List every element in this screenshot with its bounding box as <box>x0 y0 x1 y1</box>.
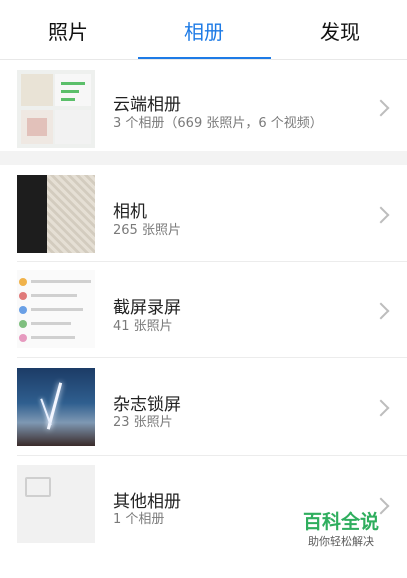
tab-bar: 照片 相册 发现 <box>0 0 407 60</box>
album-count: 23 张照片 <box>113 415 173 430</box>
watermark-sub-text: 助你轻松解决 <box>308 535 374 548</box>
tab-photos[interactable]: 照片 <box>48 0 88 58</box>
album-count: 1 个相册 <box>113 512 165 527</box>
album-thumbnail-other <box>17 465 95 543</box>
cloud-albums-thumbnail <box>17 70 95 148</box>
cloud-albums-row[interactable]: 云端相册 3 个相册（669 张照片，6 个视频） <box>0 60 407 151</box>
album-thumbnail-screenshots <box>17 270 95 348</box>
chevron-right-icon <box>372 99 390 117</box>
album-count: 265 张照片 <box>113 223 181 238</box>
album-row-camera[interactable]: 相机 265 张照片 <box>0 165 407 262</box>
chevron-right-icon <box>372 302 390 320</box>
watermark-main-text: 百科全说 <box>302 511 379 533</box>
image-placeholder-icon <box>25 477 51 497</box>
chevron-right-icon <box>372 206 390 224</box>
album-thumbnail-magazine-lock <box>17 368 95 446</box>
tab-albums[interactable]: 相册 <box>184 0 224 58</box>
cloud-albums-subtitle: 3 个相册（669 张照片，6 个视频） <box>113 116 323 131</box>
album-row-magazine-lock[interactable]: 杂志锁屏 23 张照片 <box>0 358 407 456</box>
album-count: 41 张照片 <box>113 319 173 334</box>
watermark-logo: 百科全说 助你轻松解决 <box>293 510 389 554</box>
album-thumbnail-camera <box>17 175 95 253</box>
chevron-right-icon <box>372 399 390 417</box>
album-row-screenshots[interactable]: 截屏录屏 41 张照片 <box>0 262 407 358</box>
tab-discover[interactable]: 发现 <box>320 0 360 58</box>
section-divider <box>0 151 407 165</box>
